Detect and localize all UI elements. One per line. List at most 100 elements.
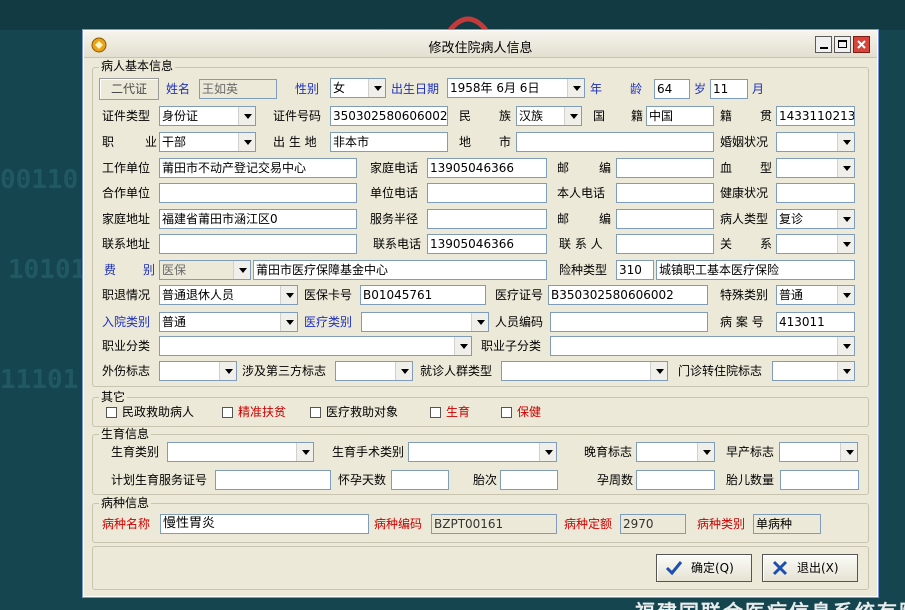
transfer-flag-select[interactable] — [772, 361, 855, 381]
occupation-select[interactable]: 干部 — [159, 132, 256, 152]
marital-status-select[interactable] — [776, 132, 855, 152]
fee-type-label-2: 别 — [143, 263, 156, 277]
third-party-select[interactable] — [335, 361, 413, 381]
crowd-type-select[interactable] — [501, 361, 668, 381]
medical-cert-label: 医疗证号 — [495, 288, 544, 302]
work-unit-label: 工作单位 — [102, 161, 151, 175]
home-phone-field[interactable]: 13905046366 — [427, 158, 547, 178]
patient-type-select[interactable]: 复诊 — [776, 209, 855, 229]
ethnic-select[interactable]: 汉族 — [516, 106, 582, 126]
work-unit-field[interactable]: 莆田市不动产登记交易中心 — [159, 158, 357, 178]
birth-surgery-select[interactable] — [408, 442, 557, 462]
transfer-flag-label: 门诊转住院标志 — [678, 364, 763, 378]
zip-code-field[interactable] — [616, 158, 714, 178]
medical-aid-checkbox[interactable] — [310, 407, 321, 418]
insurance-card-field[interactable]: B01045761 — [360, 285, 486, 305]
home-address-field[interactable]: 福建省莆田市涵江区0 — [159, 209, 357, 229]
insurance-name-field[interactable]: 城镇职工基本医疗保险 — [656, 260, 855, 280]
zip-code-2-field[interactable] — [616, 209, 714, 229]
health-care-checkbox[interactable] — [501, 407, 512, 418]
disease-type-field[interactable]: 单病种 — [753, 514, 821, 534]
insurance-code-field[interactable]: 310 — [616, 260, 654, 280]
unit-phone-field[interactable] — [427, 183, 547, 203]
case-number-label: 病 案 号 — [720, 315, 764, 329]
medical-type-select[interactable] — [361, 312, 489, 332]
id-type-select[interactable]: 身份证 — [159, 106, 256, 126]
fee-type-select[interactable]: 医保 — [159, 260, 251, 280]
medical-cert-field[interactable]: B350302580606002 — [548, 285, 708, 305]
poverty-aid-checkbox[interactable] — [222, 407, 233, 418]
age-label-2: 龄 — [630, 82, 643, 96]
disease-code-label: 病种编码 — [374, 517, 423, 531]
maximize-button[interactable] — [834, 36, 851, 53]
poverty-aid-label: 精准扶贫 — [238, 405, 287, 419]
maternity-info-title: 生育信息 — [99, 427, 152, 441]
admission-type-select[interactable]: 普通 — [159, 312, 298, 332]
fee-org-field[interactable]: 莆田市医疗保障基金中心 — [253, 260, 547, 280]
pregnancy-days-label: 怀孕天数 — [338, 473, 387, 487]
checkmark-icon — [665, 561, 683, 576]
name-label: 姓名 — [166, 82, 191, 96]
birth-date-picker[interactable]: 1958年 6月 6日 — [447, 78, 585, 98]
id-number-field[interactable]: 350302580606002 — [330, 106, 448, 126]
parity-field[interactable] — [500, 470, 558, 490]
age-months-field[interactable]: 11 — [710, 79, 748, 99]
marital-status-label: 婚姻状况 — [720, 135, 769, 149]
close-button[interactable] — [853, 36, 870, 53]
age-years-field[interactable]: 64 — [654, 79, 690, 99]
patient-type-label: 病人类型 — [720, 212, 769, 226]
birthplace-field[interactable]: 非本市 — [330, 132, 448, 152]
chevron-down-icon — [280, 313, 297, 331]
injury-flag-select[interactable] — [159, 361, 237, 381]
case-number-field[interactable]: 413011 — [776, 312, 855, 332]
fetus-count-field[interactable] — [780, 470, 859, 490]
retire-status-select[interactable]: 普通退休人员 — [159, 285, 298, 305]
civil-aid-label: 民政救助病人 — [122, 405, 195, 419]
birth-type-select[interactable] — [167, 442, 314, 462]
staff-code-field[interactable] — [550, 312, 708, 332]
disease-type-label: 病种类别 — [697, 517, 746, 531]
native-place-field[interactable]: 14331102135 — [776, 106, 855, 126]
chevron-down-icon — [454, 337, 471, 355]
chevron-down-icon — [395, 362, 412, 380]
gestation-weeks-field[interactable] — [636, 470, 715, 490]
coop-unit-label: 合作单位 — [102, 186, 151, 200]
health-status-field[interactable] — [776, 183, 855, 203]
job-class-select[interactable] — [159, 336, 472, 356]
civil-aid-checkbox[interactable] — [106, 407, 117, 418]
special-category-select[interactable]: 普通 — [776, 285, 855, 305]
exit-button[interactable]: 退出(X) — [762, 554, 858, 582]
pregnancy-days-field[interactable] — [391, 470, 449, 490]
personal-phone-field[interactable] — [616, 183, 714, 203]
disease-quota-field[interactable]: 2970 — [620, 514, 686, 534]
chevron-down-icon — [650, 362, 667, 380]
id-card-reader-button[interactable]: 二代证 — [99, 78, 159, 100]
job-subclass-select[interactable] — [550, 336, 855, 356]
birthplace-label: 出 生 地 — [273, 135, 317, 149]
staff-code-label: 人员编码 — [495, 315, 544, 329]
gender-select[interactable]: 女 — [330, 78, 386, 98]
nationality-field[interactable]: 中国 — [646, 106, 714, 126]
service-radius-field[interactable] — [427, 209, 547, 229]
confirm-button[interactable]: 确定(Q) — [656, 554, 752, 582]
blood-type-select[interactable] — [776, 158, 855, 178]
home-phone-label: 家庭电话 — [370, 161, 419, 175]
disease-info-title: 病种信息 — [99, 496, 152, 510]
late-birth-select[interactable] — [636, 442, 715, 462]
city-field[interactable] — [516, 132, 714, 152]
relation-select[interactable] — [776, 234, 855, 254]
maternity-checkbox[interactable] — [430, 407, 441, 418]
family-planning-cert-field[interactable] — [215, 470, 331, 490]
chevron-down-icon — [837, 337, 854, 355]
coop-unit-field[interactable] — [159, 183, 357, 203]
contact-phone-field[interactable]: 13905046366 — [427, 234, 547, 254]
disease-code-field[interactable]: BZPT00161 — [431, 514, 557, 534]
city-label-2: 市 — [499, 135, 512, 149]
contact-address-field[interactable] — [159, 234, 357, 254]
contact-person-field[interactable] — [616, 234, 714, 254]
birth-type-label: 生育类别 — [111, 445, 160, 459]
minimize-button[interactable] — [815, 36, 832, 53]
premature-select[interactable] — [779, 442, 858, 462]
name-field[interactable]: 王如英 — [199, 79, 277, 99]
disease-name-field[interactable]: 慢性胃炎 — [160, 514, 369, 534]
